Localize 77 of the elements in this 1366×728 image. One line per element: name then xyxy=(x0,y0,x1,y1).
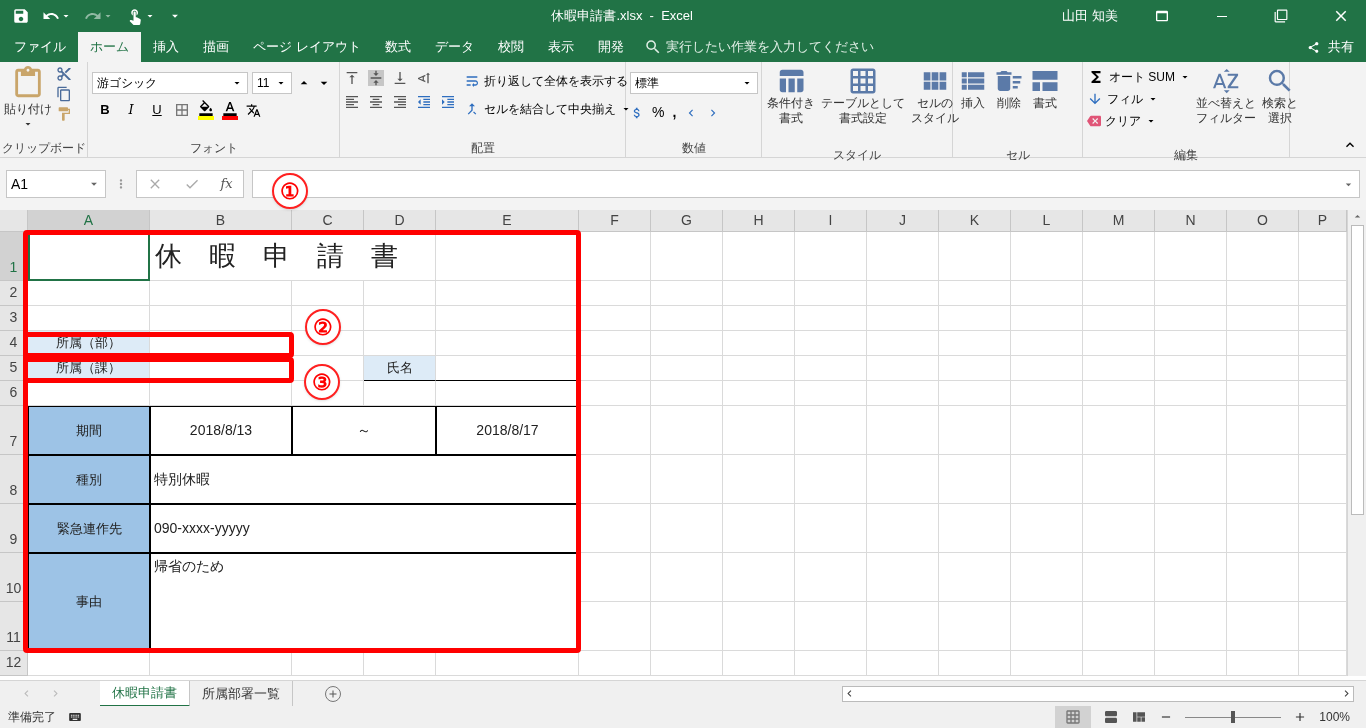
find-select-button[interactable]: 検索と 選択 xyxy=(1261,66,1299,148)
step-number: ① xyxy=(272,173,308,209)
column-header[interactable]: H xyxy=(723,210,795,232)
zoom-level[interactable]: 100% xyxy=(1319,708,1350,726)
column-header[interactable]: O xyxy=(1227,210,1299,232)
column-header[interactable]: A xyxy=(28,210,150,232)
column-header[interactable]: N xyxy=(1155,210,1227,232)
user-name: 山田 知美 xyxy=(1062,7,1118,26)
column-header[interactable]: B xyxy=(150,210,292,232)
table-cell: ～ xyxy=(292,406,436,455)
ribbon-tab[interactable]: ファイル xyxy=(2,32,78,62)
table-cell: 休 暇 申 請 書 xyxy=(150,232,436,281)
ribbon-tab[interactable]: ホーム xyxy=(78,32,141,62)
ribbon-tab[interactable]: 開発 xyxy=(585,32,636,62)
column-header[interactable]: P xyxy=(1299,210,1347,232)
percent-button[interactable]: % xyxy=(652,102,665,123)
sheet-tab[interactable]: 休暇申請書 xyxy=(100,680,190,707)
group-label: クリップボード xyxy=(0,141,87,157)
ribbon-tab[interactable]: 描画 xyxy=(191,32,241,62)
group-label: 編集 xyxy=(1173,148,1199,164)
column-header[interactable]: E xyxy=(436,210,579,232)
font-name-dropdown[interactable]: 游ゴシック xyxy=(92,72,248,94)
table-cell: 種別 xyxy=(28,455,150,504)
group-label: スタイル xyxy=(832,148,882,164)
wrap-text-button[interactable]: 折り返して全体を表示する xyxy=(464,72,632,90)
column-header[interactable]: J xyxy=(867,210,939,232)
group-label: 配置 xyxy=(469,141,496,157)
sort-filter-button[interactable]: 並べ替えと フィルター xyxy=(1195,66,1257,148)
ribbon-tab[interactable]: 表示 xyxy=(535,32,586,62)
style-button[interactable]: テーブルとして 書式設定 xyxy=(820,66,906,148)
merge-center-button[interactable]: セルを結合して中央揃え xyxy=(464,100,632,118)
tell-me-field[interactable]: 実行したい作業を入力してください xyxy=(665,37,874,57)
table-cell: 090-xxxx-yyyyy xyxy=(150,504,579,553)
group-label: セル xyxy=(1004,148,1031,164)
table-cell: 事由 xyxy=(28,553,150,651)
table-cell: 帰省のため xyxy=(150,553,579,651)
column-header[interactable]: F xyxy=(579,210,651,232)
table-cell: 2018/8/13 xyxy=(150,406,292,455)
share-button[interactable]: 共有 xyxy=(1295,32,1366,62)
ribbon-tab[interactable]: 数式 xyxy=(372,32,423,62)
table-cell: 期間 xyxy=(28,406,150,455)
table-cell: 2018/8/17 xyxy=(436,406,579,455)
column-header[interactable]: L xyxy=(1011,210,1083,232)
column-header[interactable]: G xyxy=(651,210,723,232)
style-button[interactable]: 条件付き 書式 xyxy=(766,66,816,148)
column-header[interactable]: C xyxy=(292,210,364,232)
number-format-dropdown[interactable]: 標準 xyxy=(630,72,758,94)
comma-button[interactable]: , xyxy=(672,102,677,123)
table-cell: 特別休暇 xyxy=(150,455,579,504)
group-label: 数値 xyxy=(680,141,707,157)
cells-button[interactable]: 削除 xyxy=(993,66,1025,148)
font-size-dropdown[interactable]: 11 xyxy=(252,72,292,94)
italic-button[interactable]: I xyxy=(122,100,140,120)
table-cell: 緊急連作先 xyxy=(28,504,150,553)
window-title: 休暇申請書.xlsx - Excel xyxy=(550,7,694,26)
bold-button[interactable]: B xyxy=(96,100,114,120)
style-button[interactable]: セルの スタイル xyxy=(910,66,960,148)
paste-button[interactable]: 貼り付け xyxy=(4,66,52,130)
column-header[interactable]: D xyxy=(364,210,436,232)
name-box[interactable]: A1 xyxy=(6,170,106,198)
column-header[interactable]: I xyxy=(795,210,867,232)
group-label: フォント xyxy=(188,141,239,157)
cells-button[interactable]: 書式 xyxy=(1029,66,1061,148)
status-text: 準備完了 xyxy=(8,709,56,726)
column-header[interactable]: M xyxy=(1083,210,1155,232)
ribbon-tab[interactable]: 校閲 xyxy=(485,32,536,62)
table-cell: 氏名 xyxy=(364,356,436,381)
underline-button[interactable]: U xyxy=(148,100,166,120)
autosum-button[interactable]: オート SUM xyxy=(1087,68,1191,86)
row-header[interactable]: 12 xyxy=(0,651,28,676)
fill-button[interactable]: フィル xyxy=(1087,90,1191,108)
ribbon-tab[interactable]: 挿入 xyxy=(141,32,191,62)
column-header[interactable]: K xyxy=(939,210,1011,232)
ribbon-tab[interactable]: データ xyxy=(422,32,486,62)
insert-function-button[interactable]: fx xyxy=(220,174,233,194)
ribbon-tab[interactable]: ページ レイアウト xyxy=(241,32,373,62)
clear-button[interactable]: クリア xyxy=(1087,112,1191,130)
